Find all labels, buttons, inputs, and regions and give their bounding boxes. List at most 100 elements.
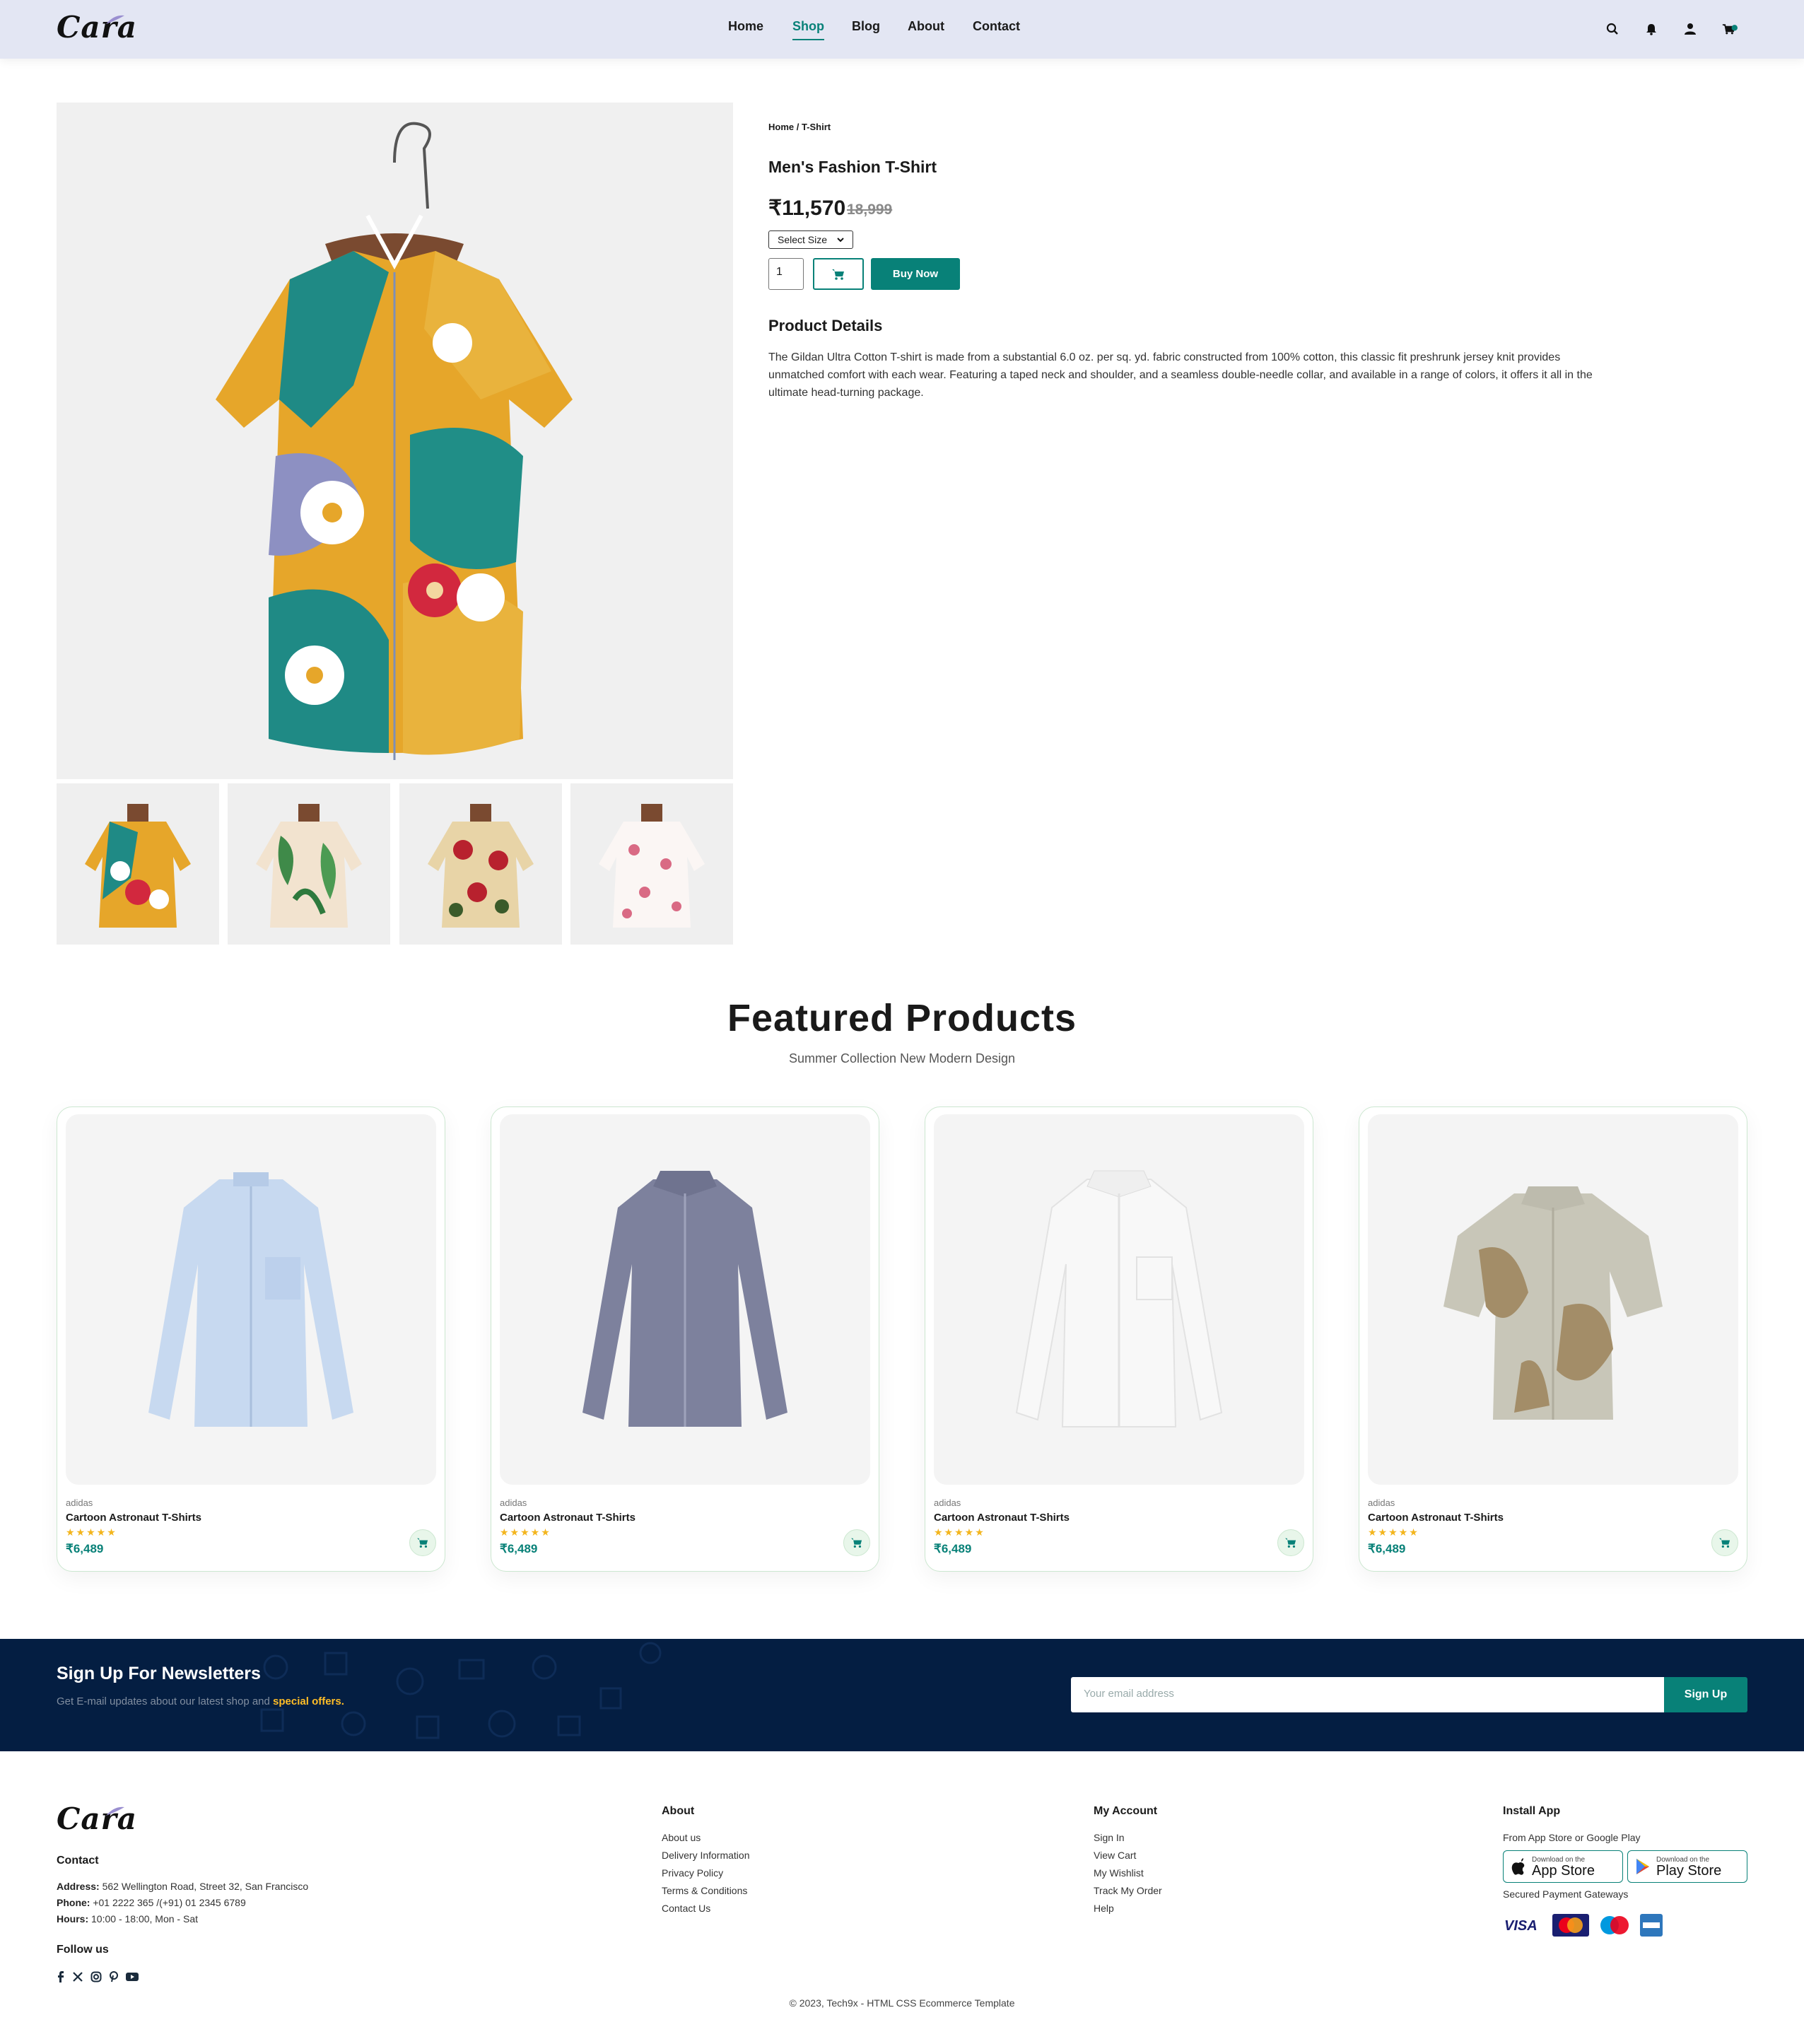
product-card[interactable]: adidas Cartoon Astronaut T-Shirts ★★★★★ … xyxy=(925,1106,1313,1572)
thumbnail-3[interactable] xyxy=(399,783,562,945)
footer-link[interactable]: My Wishlist xyxy=(1094,1864,1144,1882)
contact-address: Address: 562 Wellington Road, Street 32,… xyxy=(57,1878,308,1896)
maestro-icon xyxy=(1600,1916,1629,1934)
product-old-price: 18,999 xyxy=(847,202,893,218)
google-play-icon xyxy=(1636,1859,1649,1874)
footer-link[interactable]: Sign In xyxy=(1094,1829,1125,1847)
footer-link[interactable]: Delivery Information xyxy=(662,1847,750,1864)
facebook-icon[interactable] xyxy=(57,1971,65,1982)
star-rating: ★★★★★ xyxy=(934,1526,985,1538)
product-price: ₹6,489 xyxy=(934,1542,972,1555)
mastercard-icon xyxy=(1552,1914,1589,1937)
user-icon[interactable] xyxy=(1682,21,1698,37)
about-heading: About xyxy=(662,1805,695,1817)
buy-now-button[interactable]: Buy Now xyxy=(871,258,960,290)
product-card-image[interactable] xyxy=(1368,1114,1738,1485)
product-price: ₹11,570 xyxy=(768,197,846,220)
install-app-heading: Install App xyxy=(1503,1805,1561,1817)
star-rating: ★★★★★ xyxy=(500,1526,551,1538)
sign-up-button[interactable]: Sign Up xyxy=(1664,1677,1747,1712)
add-to-cart-button[interactable] xyxy=(843,1529,870,1556)
chevron-down-icon xyxy=(837,237,844,242)
featured-subheading: Summer Collection New Modern Design xyxy=(788,1051,1016,1065)
product-details-heading: Product Details xyxy=(768,317,883,334)
email-field[interactable]: Your email address xyxy=(1071,1677,1665,1712)
amex-icon xyxy=(1640,1914,1663,1937)
product-price: ₹6,489 xyxy=(66,1542,104,1555)
copyright: © 2023, Tech9x - HTML CSS Ecommerce Temp… xyxy=(789,1997,1015,2009)
play-store-small: Download on the xyxy=(1656,1855,1710,1864)
newsletter-heading: Sign Up For Newsletters xyxy=(57,1664,261,1683)
nav-shop[interactable]: Shop xyxy=(792,19,824,34)
top-header: Cara Home Shop Blog About Contact xyxy=(0,0,1804,59)
visa-icon: VISA xyxy=(1504,1918,1538,1934)
add-to-cart-button[interactable] xyxy=(409,1529,436,1556)
thumbnail-4[interactable] xyxy=(570,783,733,945)
contact-hours: Hours: 10:00 - 18:00, Mon - Sat xyxy=(57,1910,198,1928)
payment-heading: Secured Payment Gateways xyxy=(1503,1888,1629,1900)
cart-icon xyxy=(851,1538,862,1548)
phone-value: +01 2222 365 /(+91) 01 2345 6789 xyxy=(90,1897,246,1908)
add-to-cart-button[interactable] xyxy=(1277,1529,1304,1556)
newsletter-highlight: special offers. xyxy=(273,1695,344,1707)
size-select[interactable]: Select Size xyxy=(768,230,853,249)
bell-icon[interactable] xyxy=(1644,21,1659,37)
product-card[interactable]: adidas Cartoon Astronaut T-Shirts ★★★★★ … xyxy=(1359,1106,1747,1572)
product-card-image[interactable] xyxy=(500,1114,870,1485)
app-store-button[interactable]: Download on the App Store xyxy=(1503,1850,1623,1883)
product-card[interactable]: adidas Cartoon Astronaut T-Shirts ★★★★★ … xyxy=(57,1106,445,1572)
breadcrumb[interactable]: Home / T-Shirt xyxy=(768,122,831,132)
pinterest-icon[interactable] xyxy=(109,1971,119,1982)
youtube-icon[interactable] xyxy=(126,1972,139,1982)
nav-blog[interactable]: Blog xyxy=(852,19,880,34)
featured-heading: Featured Products xyxy=(727,997,1077,1039)
footer-link[interactable]: Track My Order xyxy=(1094,1882,1162,1900)
install-app-subtext: From App Store or Google Play xyxy=(1503,1832,1641,1843)
product-price: ₹6,489 xyxy=(500,1542,538,1555)
nav-home[interactable]: Home xyxy=(728,19,763,34)
product-name[interactable]: Cartoon Astronaut T-Shirts xyxy=(500,1512,636,1524)
footer-link[interactable]: Privacy Policy xyxy=(662,1864,723,1882)
nav-about[interactable]: About xyxy=(908,19,944,34)
add-to-cart-button[interactable] xyxy=(813,258,864,290)
footer-link[interactable]: Help xyxy=(1094,1900,1114,1917)
main-product-image[interactable] xyxy=(57,103,733,779)
play-store-label: Play Store xyxy=(1656,1862,1722,1879)
x-twitter-icon[interactable] xyxy=(72,1971,83,1982)
footer-link[interactable]: About us xyxy=(662,1829,701,1847)
search-icon[interactable] xyxy=(1605,21,1620,37)
cart-icon xyxy=(1285,1538,1296,1548)
size-select-value: Select Size xyxy=(778,234,828,245)
thumbnail-1[interactable] xyxy=(57,783,219,945)
app-store-label: App Store xyxy=(1532,1862,1595,1879)
thumbnail-2[interactable] xyxy=(228,783,390,945)
product-name[interactable]: Cartoon Astronaut T-Shirts xyxy=(1368,1512,1504,1524)
product-name[interactable]: Cartoon Astronaut T-Shirts xyxy=(66,1512,201,1524)
footer-link[interactable]: Contact Us xyxy=(662,1900,710,1917)
cart-icon xyxy=(417,1538,428,1548)
add-to-cart-button[interactable] xyxy=(1711,1529,1738,1556)
contact-phone: Phone: +01 2222 365 /(+91) 01 2345 6789 xyxy=(57,1894,246,1912)
cart-icon xyxy=(832,269,844,280)
product-brand: adidas xyxy=(1368,1497,1395,1508)
footer-link[interactable]: View Cart xyxy=(1094,1847,1136,1864)
product-brand: adidas xyxy=(934,1497,961,1508)
instagram-icon[interactable] xyxy=(90,1971,102,1982)
cart-icon[interactable] xyxy=(1722,21,1738,37)
play-store-button[interactable]: Download on the Play Store xyxy=(1627,1850,1747,1883)
product-price: ₹6,489 xyxy=(1368,1542,1406,1555)
hours-value: 10:00 - 18:00, Mon - Sat xyxy=(88,1913,198,1925)
follow-heading: Follow us xyxy=(57,1944,109,1956)
contact-heading: Contact xyxy=(57,1855,99,1867)
footer-link[interactable]: Terms & Conditions xyxy=(662,1882,747,1900)
product-brand: adidas xyxy=(66,1497,93,1508)
newsletter-section: Sign Up For Newsletters Get E-mail updat… xyxy=(0,1639,1804,1751)
address-label: Address: xyxy=(57,1881,100,1892)
product-card-image[interactable] xyxy=(934,1114,1304,1485)
nav-contact[interactable]: Contact xyxy=(973,19,1020,34)
product-name[interactable]: Cartoon Astronaut T-Shirts xyxy=(934,1512,1070,1524)
product-card[interactable]: adidas Cartoon Astronaut T-Shirts ★★★★★ … xyxy=(491,1106,879,1572)
product-card-image[interactable] xyxy=(66,1114,436,1485)
my-account-heading: My Account xyxy=(1094,1805,1158,1817)
quantity-input[interactable]: 1 xyxy=(768,258,804,290)
